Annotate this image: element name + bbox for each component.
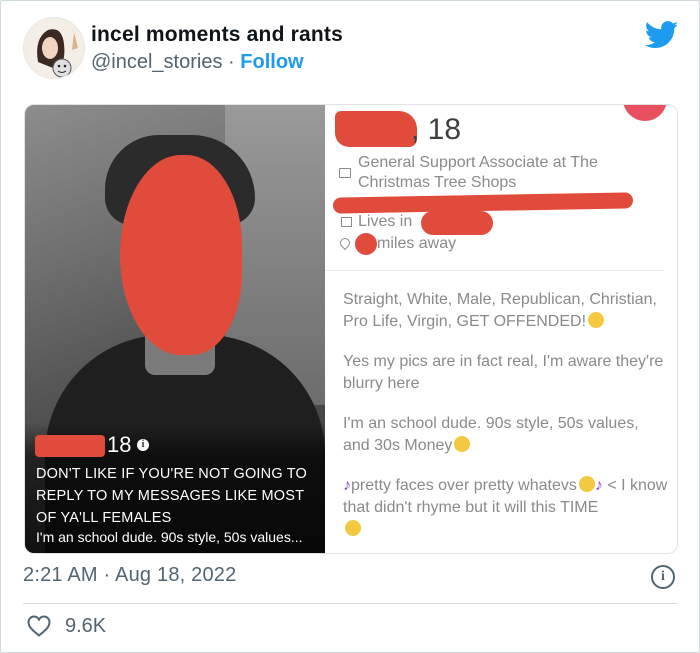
info-icon[interactable]: i	[651, 565, 675, 589]
avatar[interactable]	[23, 17, 85, 79]
profile-distance: miles away	[377, 235, 457, 252]
tweet-timestamp[interactable]: 2:21 AM · Aug 18, 2022	[23, 564, 236, 587]
avatar-illustration-icon	[24, 18, 84, 78]
footer-divider	[23, 603, 678, 604]
twitter-bird-icon[interactable]	[645, 21, 679, 49]
name-redaction	[35, 435, 105, 457]
photo-caption: DON'T LIKE IF YOU'RE NOT GOING TO REPLY …	[36, 466, 308, 526]
photo-info-icon[interactable]: i	[137, 439, 149, 451]
music-note-icon: ♪	[343, 477, 351, 494]
like-count[interactable]: 9.6K	[65, 615, 106, 638]
bio-line-4: ♪pretty faces over pretty whatevs ♪ < I k…	[343, 475, 668, 541]
author-handle-row: @incel_stories · Follow	[91, 51, 304, 74]
bio-line-1: Straight, White, Male, Republican, Chris…	[343, 289, 668, 333]
follow-button[interactable]: Follow	[240, 51, 303, 73]
tweet-media[interactable]: 18 i DON'T LIKE IF YOU'RE NOT GOING TO R…	[24, 104, 678, 554]
unamused-emoji-icon	[578, 476, 595, 492]
photo-bio-preview: I'm an school dude. 90s style, 50s value…	[36, 529, 303, 545]
location-pin-icon	[337, 235, 353, 251]
grinning-emoji-icon	[454, 436, 471, 452]
panel-corner-badge	[623, 105, 667, 121]
face-redaction	[120, 155, 242, 355]
profile-panel: , 18 General Support Associate at The Ch…	[325, 105, 677, 553]
music-note-icon: ♪	[594, 477, 603, 494]
tweet-card: incel moments and rants @incel_stories ·…	[0, 0, 700, 653]
author-handle[interactable]: @incel_stories	[91, 51, 222, 73]
grinning-emoji-icon	[588, 312, 605, 328]
heart-icon[interactable]	[27, 615, 51, 637]
profile-name-redaction	[335, 111, 417, 147]
profile-lives-in: Lives in	[358, 213, 413, 230]
author-display-name[interactable]: incel moments and rants	[91, 23, 343, 47]
profile-job: General Support Associate at The Christm…	[358, 154, 598, 191]
city-redaction	[421, 211, 493, 235]
bio-text-3: I'm an school dude. 90s style, 50s value…	[343, 415, 639, 454]
profile-photo: 18 i DON'T LIKE IF YOU'RE NOT GOING TO R…	[25, 105, 325, 553]
home-icon	[341, 217, 352, 227]
profile-age: , 18	[411, 113, 462, 146]
bio-line-2: Yes my pics are in fact real, I'm aware …	[343, 353, 664, 392]
handle-separator: ·	[228, 51, 235, 73]
photo-age: 18	[107, 432, 132, 457]
briefcase-icon	[339, 168, 351, 178]
bio-line-3: I'm an school dude. 90s style, 50s value…	[343, 413, 668, 457]
bio-text-4a: pretty faces over pretty whatevs	[351, 477, 577, 494]
panel-divider	[325, 270, 665, 271]
distance-redaction	[355, 233, 377, 255]
bio-text-1: Straight, White, Male, Republican, Chris…	[343, 291, 657, 330]
winking-emoji-icon	[345, 520, 361, 536]
